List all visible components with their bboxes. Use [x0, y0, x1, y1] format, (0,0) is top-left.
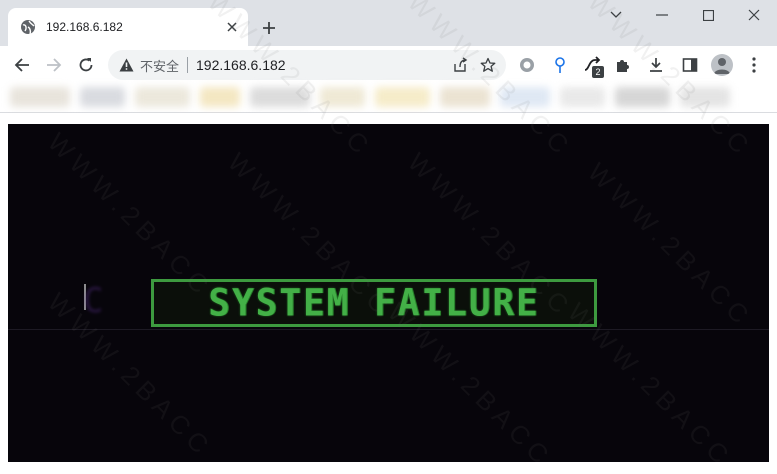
download-icon[interactable] — [642, 51, 670, 79]
back-arrow-icon[interactable] — [8, 51, 36, 79]
close-icon[interactable] — [222, 17, 242, 37]
bookmark-item[interactable] — [375, 87, 430, 107]
bookmark-item[interactable] — [200, 87, 240, 107]
system-failure-banner: SYSTEM FAILURE — [151, 279, 597, 327]
globe-icon — [20, 19, 36, 35]
maximize-icon[interactable] — [685, 0, 731, 30]
avatar[interactable] — [711, 54, 733, 76]
forward-arrow-icon[interactable] — [40, 51, 68, 79]
bookmark-item[interactable] — [135, 87, 190, 107]
bookmark-item[interactable] — [10, 87, 70, 107]
omnibox-divider — [187, 57, 189, 73]
toolbar: 不安全 192.168.6.182 2 — [0, 46, 777, 84]
page-content: C P SYSTEM FAILURE — [0, 113, 777, 462]
warning-icon[interactable] — [118, 57, 134, 73]
omnibox[interactable]: 不安全 192.168.6.182 — [108, 50, 506, 80]
pin-extension-icon[interactable] — [546, 51, 574, 79]
bookmarks-bar — [0, 84, 777, 113]
security-label[interactable]: 不安全 — [140, 56, 179, 75]
circle-extension-icon[interactable] — [513, 51, 541, 79]
window-close-icon[interactable] — [731, 0, 777, 30]
minimize-icon[interactable] — [639, 0, 685, 30]
tab-strip: 192.168.6.182 — [0, 0, 777, 46]
bookmark-item[interactable] — [500, 87, 550, 107]
chevron-down-icon[interactable] — [593, 0, 639, 30]
side-panel-icon[interactable] — [676, 51, 704, 79]
bookmark-item[interactable] — [440, 87, 490, 107]
share-icon[interactable] — [446, 51, 474, 79]
bookmark-item[interactable] — [680, 87, 730, 107]
bookmark-item[interactable] — [560, 87, 605, 107]
system-failure-text: SYSTEM FAILURE — [208, 281, 540, 325]
bookmark-item[interactable] — [250, 87, 310, 107]
tab-active[interactable]: 192.168.6.182 — [8, 8, 248, 46]
more-vert-icon[interactable] — [740, 51, 768, 79]
video-player[interactable]: C P SYSTEM FAILURE — [8, 124, 769, 462]
star-icon[interactable] — [474, 51, 502, 79]
plus-icon[interactable] — [258, 17, 280, 39]
tab-title: 192.168.6.182 — [46, 20, 123, 34]
reload-icon[interactable] — [72, 51, 100, 79]
bookmark-item[interactable] — [80, 87, 125, 107]
url-text[interactable]: 192.168.6.182 — [196, 57, 446, 73]
route-extension-icon[interactable]: 2 — [578, 51, 606, 79]
scan-line — [8, 329, 769, 330]
bookmark-item[interactable] — [615, 87, 670, 107]
bookmark-item[interactable] — [320, 87, 365, 107]
extension-badge: 2 — [592, 66, 604, 78]
profile-icon[interactable] — [708, 51, 736, 79]
puzzle-icon[interactable] — [609, 51, 637, 79]
